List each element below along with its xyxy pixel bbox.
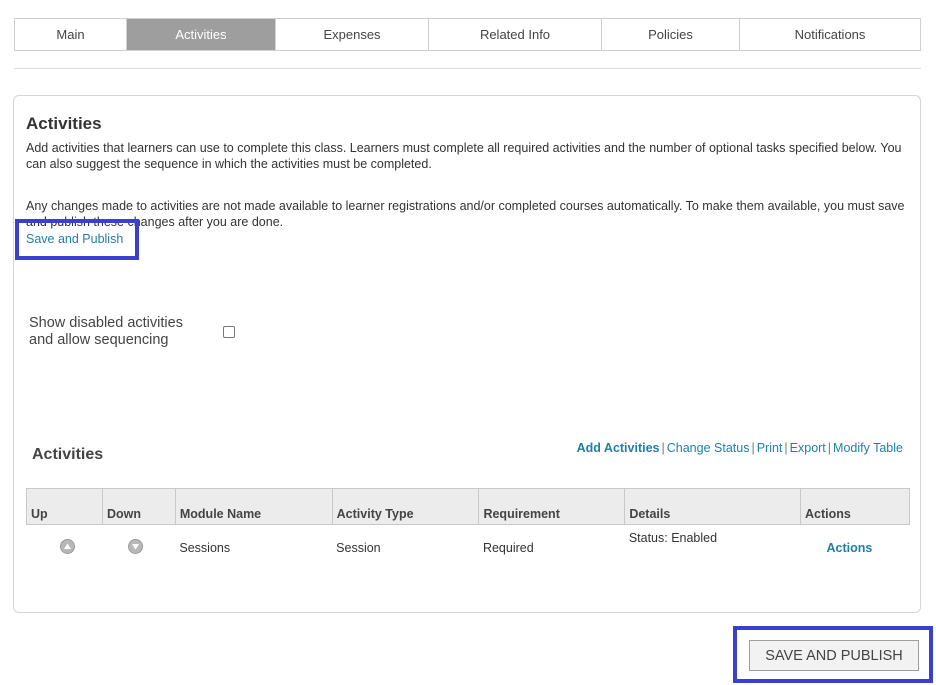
col-header-requirement[interactable]: Requirement [478, 488, 626, 525]
table-row: Sessions Session Required Status: Enable… [27, 525, 910, 572]
activities-table-title: Activities [32, 446, 104, 463]
add-activities-link[interactable]: Add Activities [577, 441, 660, 455]
module-name-cell: Sessions [179, 541, 231, 555]
panel-description: Add activities that learners can use to … [26, 141, 902, 171]
save-and-publish-button[interactable]: SAVE AND PUBLISH [749, 640, 919, 671]
col-header-down[interactable]: Down [101, 488, 176, 525]
requirement-cell: Required [482, 541, 534, 555]
save-link-highlight [15, 219, 139, 260]
col-header-module-name[interactable]: Module Name [174, 488, 333, 525]
show-disabled-label: Show disabled activities and allow seque… [29, 315, 183, 348]
change-status-link[interactable]: Change Status [667, 441, 750, 455]
col-header-activity-type[interactable]: Activity Type [331, 488, 480, 525]
tab-policies[interactable]: Policies [602, 19, 740, 50]
tab-bar: Main Activities Expenses Related Info Po… [14, 18, 921, 51]
show-disabled-checkbox[interactable] [223, 326, 235, 338]
col-header-up[interactable]: Up [26, 488, 103, 525]
tab-related-info[interactable]: Related Info [429, 19, 602, 50]
panel-title: Activities [26, 114, 102, 133]
activity-type-cell: Session [336, 541, 381, 555]
activities-table: Up Down Module Name Activity Type Requir… [26, 488, 910, 571]
activities-panel: Activities Add activities that learners … [13, 95, 921, 613]
up-cell [27, 525, 103, 572]
move-down-icon[interactable] [128, 539, 144, 554]
print-link[interactable]: Print [757, 441, 783, 455]
publish-notice: Any changes made to activities are not m… [26, 199, 905, 229]
col-header-details[interactable]: Details [624, 488, 802, 525]
table-header-row: Up Down Module Name Activity Type Requir… [26, 488, 910, 525]
table-actions-links: Add Activities | Change Status | Print | Expor… [576, 441, 903, 455]
export-link[interactable]: Export [790, 441, 826, 455]
down-cell [102, 525, 175, 572]
modify-table-link[interactable]: Modify Table [833, 441, 903, 455]
tab-divider [14, 68, 921, 69]
tab-expenses[interactable]: Expenses [276, 19, 429, 50]
actions-cell: Actions [801, 525, 910, 572]
details-cell: Status: Enabled [628, 531, 718, 545]
tab-main[interactable]: Main [15, 19, 127, 50]
tab-notifications[interactable]: Notifications [740, 19, 920, 50]
tab-activities[interactable]: Activities [127, 19, 276, 50]
col-header-actions[interactable]: Actions [800, 488, 910, 525]
row-actions-link[interactable]: Actions [827, 541, 873, 555]
move-up-icon[interactable] [59, 539, 75, 554]
